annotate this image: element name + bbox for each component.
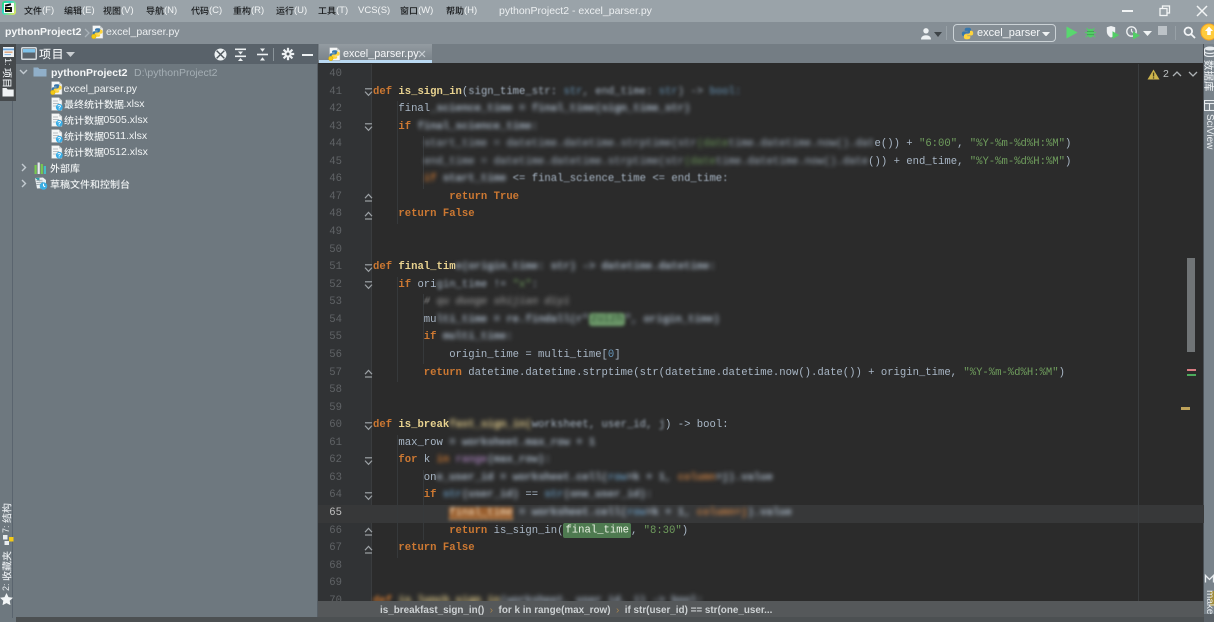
svg-text:?: ? xyxy=(57,105,61,111)
svg-text:?: ? xyxy=(57,153,61,159)
svg-text:?: ? xyxy=(57,121,61,127)
svg-text:?: ? xyxy=(57,137,61,143)
